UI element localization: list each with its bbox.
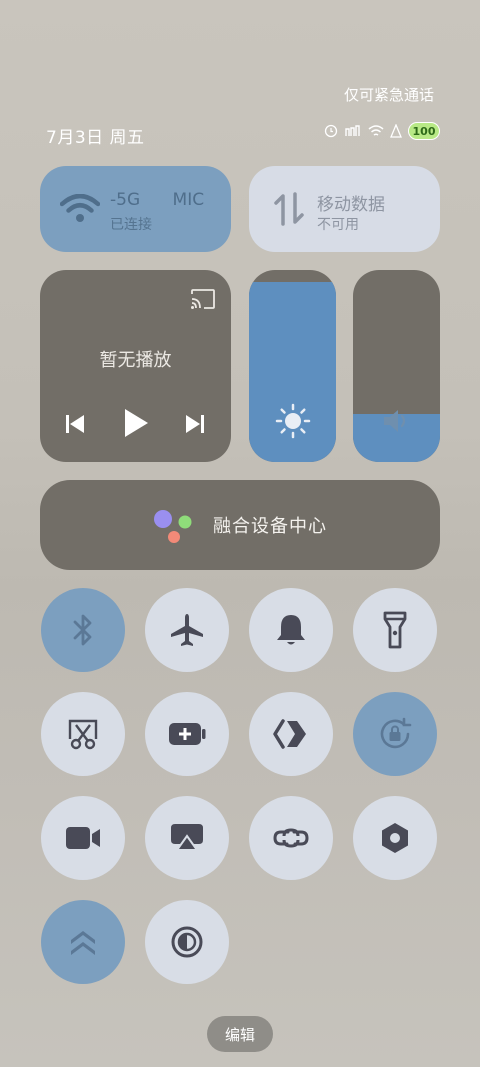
mobile-data-tile[interactable]: 移动数据 不可用	[249, 166, 440, 252]
next-track-icon[interactable]	[184, 413, 206, 435]
hexagon-icon	[382, 823, 408, 853]
screenshot-toggle[interactable]	[41, 692, 125, 776]
status-icons: 100	[324, 122, 440, 140]
flashlight-icon	[383, 611, 407, 649]
scissors-icon	[68, 719, 98, 750]
play-icon[interactable]	[122, 407, 150, 439]
share-toggle[interactable]	[249, 692, 333, 776]
data-transfer-icon	[274, 192, 304, 226]
link-icon	[273, 828, 309, 848]
alarm-icon	[324, 124, 338, 138]
performance-toggle[interactable]	[41, 900, 125, 984]
airplane-icon	[171, 614, 203, 646]
contrast-icon	[171, 926, 203, 958]
wifi-status-icon	[368, 125, 384, 136]
no-sim-icon	[390, 124, 402, 138]
ring-mode-toggle[interactable]	[249, 588, 333, 672]
battery-saver-toggle[interactable]	[145, 692, 229, 776]
speaker-icon	[384, 410, 406, 432]
wifi-tile[interactable]: -5G MIC 已连接	[40, 166, 231, 252]
dark-mode-toggle[interactable]	[145, 900, 229, 984]
double-chevron-up-icon	[71, 931, 95, 955]
mobile-data-title: 移动数据	[317, 195, 385, 215]
brightness-slider[interactable]	[249, 270, 336, 462]
screen-cast-toggle[interactable]	[145, 796, 229, 880]
flashlight-toggle[interactable]	[353, 588, 437, 672]
screen-record-toggle[interactable]	[41, 796, 125, 880]
device-center-icon	[154, 510, 192, 543]
sun-icon	[275, 403, 311, 439]
wifi-state: 已连接	[110, 217, 152, 233]
wifi-icon	[60, 194, 100, 222]
mobile-data-state: 不可用	[317, 217, 359, 233]
nfc-toggle[interactable]	[353, 796, 437, 880]
link-toggle[interactable]	[249, 796, 333, 880]
video-camera-icon	[66, 827, 100, 849]
battery-level-label: 100	[412, 124, 436, 138]
battery-indicator: 100	[408, 122, 440, 140]
media-player-tile[interactable]: 暂无播放	[40, 270, 231, 462]
edit-button[interactable]: 编辑	[207, 1016, 273, 1052]
battery-plus-icon	[169, 723, 206, 745]
screen-cast-icon	[171, 824, 203, 851]
cast-icon[interactable]	[190, 288, 216, 310]
no-media-playing-label: 暂无播放	[99, 350, 172, 371]
device-center-tile[interactable]: 融合设备中心	[40, 480, 440, 570]
bell-icon	[277, 615, 305, 645]
date-label: 7月3日 周五	[46, 128, 145, 148]
rotation-lock-icon	[380, 717, 412, 749]
bluetooth-toggle[interactable]	[41, 588, 125, 672]
volume-slider[interactable]	[353, 270, 440, 462]
device-center-label: 融合设备中心	[213, 516, 327, 537]
rotation-lock-toggle[interactable]	[353, 692, 437, 776]
bluetooth-icon	[73, 614, 92, 646]
nfc-status-icon	[345, 125, 360, 136]
emergency-calls-only-label: 仅可紧急通话	[343, 86, 434, 104]
previous-track-icon[interactable]	[64, 413, 86, 435]
airplane-mode-toggle[interactable]	[145, 588, 229, 672]
share-arrow-icon	[273, 719, 306, 749]
wifi-network-name: -5G MIC	[110, 190, 205, 210]
